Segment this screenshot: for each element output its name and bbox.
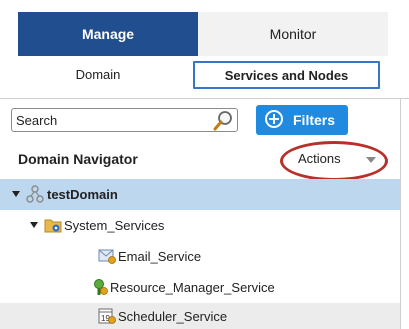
- panel-right-border: [400, 98, 401, 329]
- tab-manage[interactable]: Manage: [18, 12, 198, 56]
- tree-row-system-services[interactable]: System_Services: [0, 210, 400, 241]
- search-placeholder: Search: [16, 113, 58, 128]
- scheduler-icon: 19: [98, 308, 116, 324]
- filters-label: Filters: [293, 112, 336, 128]
- search-input[interactable]: Search: [11, 108, 238, 132]
- search-icon[interactable]: [212, 110, 234, 132]
- tree-label-system-services: System_Services: [64, 218, 165, 233]
- tree-label-scheduler-service: Scheduler_Service: [118, 309, 228, 324]
- tree-row-resource-manager-service[interactable]: Resource_Manager_Service: [0, 272, 400, 303]
- domain-navigator-title: Domain Navigator: [18, 151, 138, 167]
- tree-row-test-domain[interactable]: testDomain: [0, 179, 400, 210]
- filters-button[interactable]: Filters: [256, 105, 348, 135]
- tab-monitor[interactable]: Monitor: [198, 12, 388, 56]
- email-service-icon: [98, 249, 116, 264]
- expand-caret-icon[interactable]: [12, 191, 20, 197]
- folder-services-icon: [44, 219, 62, 233]
- domain-icon: [26, 185, 44, 203]
- subtab-domain-label: Domain: [75, 66, 121, 82]
- tree-label-test-domain: testDomain: [47, 187, 118, 202]
- actions-highlight-annotation: [280, 141, 388, 181]
- tree-row-scheduler-service[interactable]: 19 Scheduler_Service: [0, 303, 400, 329]
- tree-label-email-service: Email_Service: [118, 249, 202, 264]
- tree-row-email-service[interactable]: Email_Service: [0, 241, 400, 272]
- resource-manager-icon: [94, 279, 108, 295]
- expand-caret-icon[interactable]: [30, 222, 38, 228]
- subtab-domain[interactable]: Domain: [28, 62, 168, 86]
- subtab-services-label: Services and Nodes: [224, 67, 349, 83]
- panel-divider: [0, 98, 409, 99]
- top-tab-bar: Manage Monitor: [0, 0, 409, 56]
- subtab-services-and-nodes[interactable]: Services and Nodes: [193, 61, 380, 89]
- tree-label-resource-manager-service: Resource_Manager_Service: [110, 280, 275, 295]
- tab-manage-label: Manage: [81, 26, 135, 42]
- add-circle-icon: [265, 110, 283, 128]
- tab-monitor-label: Monitor: [269, 26, 317, 42]
